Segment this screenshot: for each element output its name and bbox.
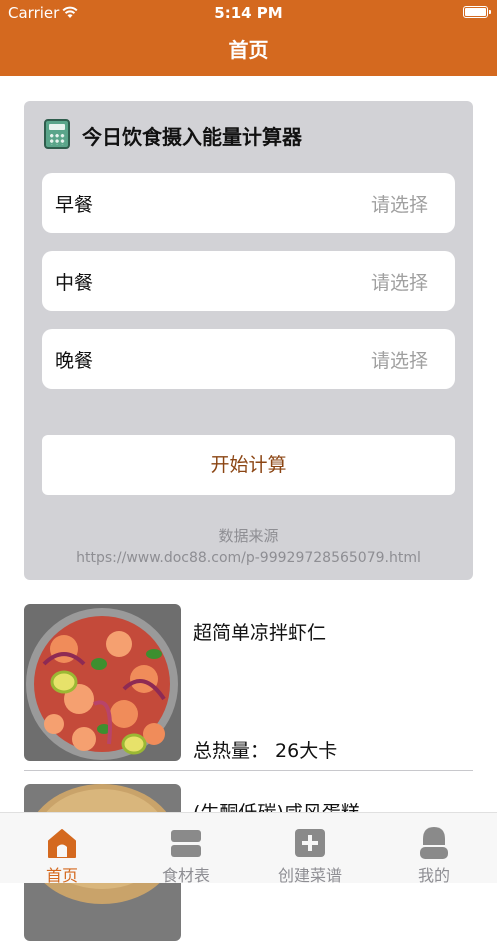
energy-calculator-card: 今日饮食摄入能量计算器 早餐 请选择 中餐 请选择 晚餐 请选择 开始计算 数据… <box>24 101 473 580</box>
divider <box>24 770 473 771</box>
tab-profile[interactable]: 我的 <box>372 813 496 885</box>
tab-label: 首页 <box>45 866 78 885</box>
dinner-selector[interactable]: 晚餐 请选择 <box>42 329 455 389</box>
meal-placeholder: 请选择 <box>370 194 428 216</box>
tab-bar: 首页 食材表 创建菜谱 我的 <box>0 812 497 885</box>
page-title: 首页 <box>228 38 269 62</box>
tab-label: 食材表 <box>161 866 210 885</box>
tab-ingredients[interactable]: 食材表 <box>124 813 248 885</box>
lunch-selector[interactable]: 中餐 请选择 <box>42 251 455 311</box>
list-icon <box>171 830 201 857</box>
recipe-calories: 总热量： 26大卡 <box>193 740 338 762</box>
user-icon <box>420 827 448 859</box>
data-source-link[interactable]: https://www.doc88.com/p-99929728565079.h… <box>24 550 473 566</box>
tab-create-recipe[interactable]: 创建菜谱 <box>248 813 372 885</box>
meal-placeholder: 请选择 <box>370 350 428 372</box>
recipe-list-item[interactable]: 超简单凉拌虾仁 总热量： 26大卡 <box>24 604 473 771</box>
clock: 5:14 PM <box>214 4 283 22</box>
status-bar: Carrier 5:14 PM <box>0 0 497 26</box>
meal-label: 中餐 <box>55 272 94 294</box>
calculator-title: 今日饮食摄入能量计算器 <box>82 125 302 149</box>
nav-bar: 首页 <box>0 26 497 76</box>
add-icon <box>295 829 325 857</box>
data-source-label: 数据来源 <box>218 527 279 545</box>
breakfast-selector[interactable]: 早餐 请选择 <box>42 173 455 233</box>
meal-label: 晚餐 <box>55 350 94 372</box>
start-calculation-button[interactable]: 开始计算 <box>42 435 455 495</box>
tab-home[interactable]: 首页 <box>0 813 124 885</box>
recipe-photo <box>24 604 181 761</box>
meal-placeholder: 请选择 <box>370 272 428 294</box>
recipe-name: 超简单凉拌虾仁 <box>193 622 327 644</box>
meal-label: 早餐 <box>55 194 94 216</box>
home-icon <box>48 829 76 858</box>
tab-label: 我的 <box>417 866 450 885</box>
tab-label: 创建菜谱 <box>277 866 342 885</box>
calculator-icon <box>44 119 70 149</box>
battery-icon <box>463 6 491 18</box>
